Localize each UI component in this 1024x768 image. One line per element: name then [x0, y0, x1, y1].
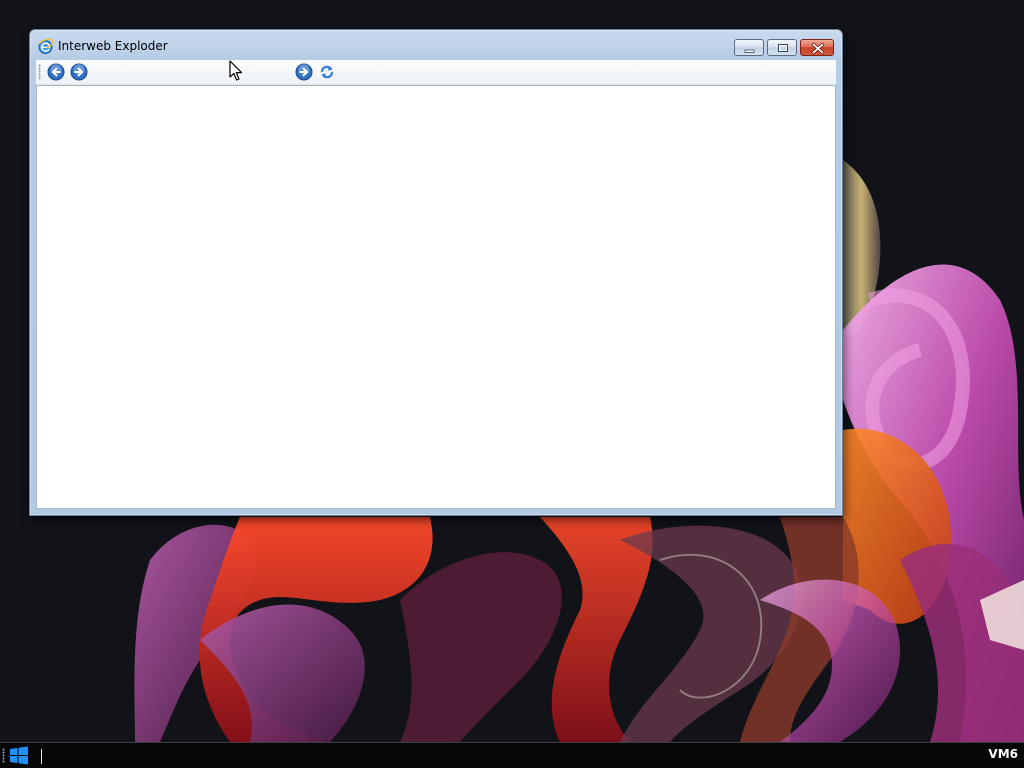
forward-button[interactable]	[70, 63, 88, 81]
go-arrow-icon	[295, 63, 313, 81]
minimize-icon	[744, 49, 755, 53]
maximize-icon	[778, 44, 788, 52]
minimize-button[interactable]	[734, 39, 764, 56]
taskbar-grip[interactable]	[2, 748, 5, 763]
desktop[interactable]: Interweb Exploder	[0, 0, 1024, 742]
browser-window[interactable]: Interweb Exploder	[29, 29, 843, 516]
title-bar[interactable]: Interweb Exploder	[30, 30, 842, 60]
machine-label: VM6	[988, 747, 1018, 761]
page-content-area[interactable]	[36, 85, 836, 509]
close-x-icon	[811, 42, 825, 55]
mouse-pointer-icon	[229, 60, 243, 81]
taskbar: VM6	[0, 742, 1024, 768]
go-button[interactable]	[295, 63, 313, 81]
maximize-button[interactable]	[767, 39, 797, 56]
address-bar[interactable]	[92, 63, 288, 81]
close-button[interactable]	[800, 39, 834, 56]
back-button[interactable]	[47, 63, 65, 81]
refresh-button[interactable]	[318, 63, 336, 81]
taskbar-text-caret	[41, 749, 42, 764]
toolbar-grip[interactable]	[38, 64, 41, 80]
back-arrow-icon	[47, 63, 65, 81]
navigation-toolbar	[36, 60, 836, 85]
internet-explorer-e-icon	[38, 38, 54, 54]
window-title: Interweb Exploder	[58, 39, 168, 53]
refresh-icon	[320, 65, 334, 79]
forward-arrow-icon	[70, 63, 88, 81]
windows-logo-icon[interactable]	[9, 746, 29, 765]
